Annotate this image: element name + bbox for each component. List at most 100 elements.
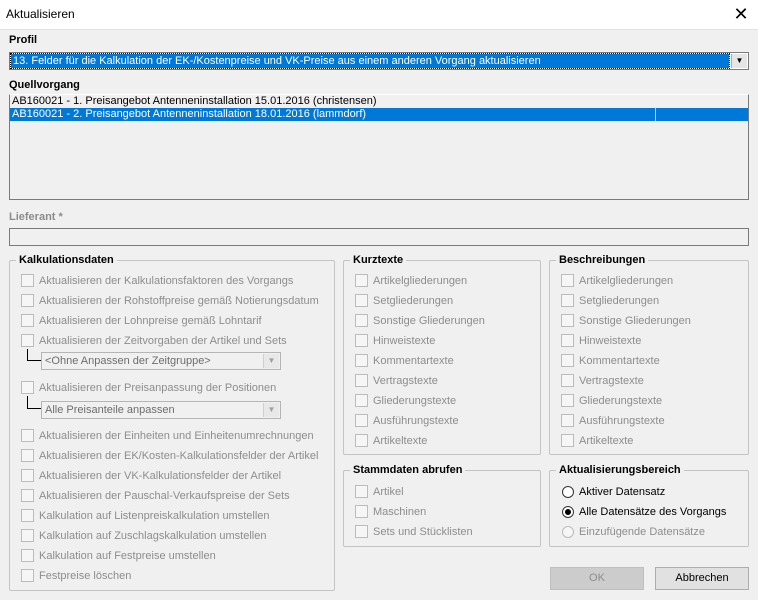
checkbox-label: Setgliederungen	[579, 295, 660, 307]
title-bar: Aktualisieren ✕	[0, 0, 758, 30]
checkbox-label: Maschinen	[373, 506, 427, 518]
group-title: Beschreibungen	[556, 254, 649, 267]
checkbox-label: Ausführungstexte	[579, 415, 665, 427]
checkbox-label: Aktualisieren der Kalkulationsfaktoren d…	[39, 275, 294, 287]
profil-combo[interactable]: 13. Felder für die Kalkulation der EK-/K…	[9, 52, 749, 70]
checkbox-stamm-sets[interactable]: Sets und Stücklisten	[355, 525, 473, 539]
checkbox-stamm-artikel[interactable]: Artikel	[355, 485, 404, 499]
window-title: Aktualisieren	[6, 7, 75, 21]
quellvorgang-list[interactable]: AB160021 - 1. Preisangebot Antenneninsta…	[9, 94, 749, 200]
radio-aktiver-datensatz[interactable]: Aktiver Datensatz	[562, 485, 665, 499]
checkbox-kurz-kommentartexte[interactable]: Kommentartexte	[355, 354, 454, 368]
checkbox-besch-artikeltexte[interactable]: Artikeltexte	[561, 434, 633, 448]
checkbox-vk-kalkulation[interactable]: Aktualisieren der VK-Kalkulationsfelder …	[21, 469, 281, 483]
tree-connector	[27, 349, 41, 361]
checkbox-besch-hinweistexte[interactable]: Hinweistexte	[561, 334, 641, 348]
list-item[interactable]: AB160021 - 1. Preisangebot Antenneninsta…	[10, 95, 748, 108]
checkbox-besch-sonstige[interactable]: Sonstige Gliederungen	[561, 314, 691, 328]
checkbox-label: Artikelgliederungen	[373, 275, 468, 287]
radio-alle-datensaetze[interactable]: Alle Datensätze des Vorgangs	[562, 505, 726, 519]
chevron-down-icon[interactable]: ▼	[263, 403, 279, 417]
list-item-selected[interactable]: AB160021 - 2. Preisangebot Antenneninsta…	[10, 108, 748, 121]
checkbox-besch-artikelgliederungen[interactable]: Artikelgliederungen	[561, 274, 673, 288]
checkbox-kurz-hinweistexte[interactable]: Hinweistexte	[355, 334, 435, 348]
checkbox-kurz-gliederungstexte[interactable]: Gliederungstexte	[355, 394, 456, 408]
checkbox-label: Sonstige Gliederungen	[373, 315, 485, 327]
profil-combo-value: 13. Felder für die Kalkulation der EK-/K…	[10, 53, 730, 69]
checkbox-kurz-artikelgliederungen[interactable]: Artikelgliederungen	[355, 274, 467, 288]
checkbox-label: Setgliederungen	[373, 295, 454, 307]
checkbox-kurz-ausfuehrungstexte[interactable]: Ausführungstexte	[355, 414, 459, 428]
radio-label: Einzufügende Datensätze	[579, 526, 705, 538]
checkbox-label: Artikel	[373, 486, 404, 498]
checkbox-label: Sets und Stücklisten	[373, 526, 473, 538]
checkbox-label: Artikeltexte	[373, 435, 428, 447]
group-title: Kurztexte	[350, 254, 407, 267]
preisanteile-combo-value: Alle Preisanteile anpassen	[45, 404, 175, 416]
checkbox-festpreise[interactable]: Kalkulation auf Festpreise umstellen	[21, 549, 216, 563]
checkbox-zeitvorgaben[interactable]: Aktualisieren der Zeitvorgaben der Artik…	[21, 334, 287, 348]
checkbox-rohstoffpreise[interactable]: Aktualisieren der Rohstoffpreise gemäß N…	[21, 294, 319, 308]
checkbox-label: Vertragstexte	[579, 375, 644, 387]
checkbox-einheiten[interactable]: Aktualisieren der Einheiten und Einheite…	[21, 429, 314, 443]
checkbox-pauschal[interactable]: Aktualisieren der Pauschal-Verkaufspreis…	[21, 489, 290, 503]
checkbox-label: Ausführungstexte	[373, 415, 459, 427]
checkbox-besch-vertragstexte[interactable]: Vertragstexte	[561, 374, 644, 388]
checkbox-label: Aktualisieren der Pauschal-Verkaufspreis…	[39, 490, 290, 502]
tree-connector	[27, 396, 41, 409]
close-icon[interactable]: ✕	[730, 3, 752, 25]
checkbox-label: Gliederungstexte	[373, 395, 457, 407]
preisanteile-combo[interactable]: Alle Preisanteile anpassen ▼	[41, 401, 281, 419]
checkbox-label: Aktualisieren der Einheiten und Einheite…	[39, 430, 314, 442]
checkbox-kurz-sonstige[interactable]: Sonstige Gliederungen	[355, 314, 485, 328]
checkbox-label: Kalkulation auf Festpreise umstellen	[39, 550, 216, 562]
checkbox-label: Hinweistexte	[373, 335, 436, 347]
checkbox-label: Artikeltexte	[579, 435, 634, 447]
lieferant-field[interactable]	[9, 228, 749, 246]
checkbox-lohnpreise[interactable]: Aktualisieren der Lohnpreise gemäß Lohnt…	[21, 314, 262, 328]
checkbox-label: Gliederungstexte	[579, 395, 663, 407]
checkbox-stamm-maschinen[interactable]: Maschinen	[355, 505, 426, 519]
checkbox-label: Vertragstexte	[373, 375, 438, 387]
profil-label: Profil	[9, 34, 38, 46]
column-divider	[655, 108, 656, 121]
radio-label: Aktiver Datensatz	[579, 486, 666, 498]
checkbox-zuschlag[interactable]: Kalkulation auf Zuschlagskalkulation ums…	[21, 529, 266, 543]
checkbox-ek-kosten[interactable]: Aktualisieren der EK/Kosten-Kalkulations…	[21, 449, 318, 463]
checkbox-label: Aktualisieren der Zeitvorgaben der Artik…	[39, 335, 287, 347]
list-item-text: AB160021 - 2. Preisangebot Antenneninsta…	[12, 108, 367, 120]
chevron-down-icon[interactable]: ▼	[731, 54, 747, 68]
checkbox-kurz-artikeltexte[interactable]: Artikeltexte	[355, 434, 427, 448]
checkbox-kurz-vertragstexte[interactable]: Vertragstexte	[355, 374, 438, 388]
checkbox-label: Aktualisieren der Rohstoffpreise gemäß N…	[39, 295, 319, 307]
zeitgruppe-combo[interactable]: <Ohne Anpassen der Zeitgruppe> ▼	[41, 352, 281, 370]
chevron-down-icon[interactable]: ▼	[263, 354, 279, 368]
checkbox-label: Kommentartexte	[373, 355, 454, 367]
group-title: Stammdaten abrufen	[350, 464, 466, 477]
checkbox-label: Kommentartexte	[579, 355, 660, 367]
checkbox-besch-ausfuehrungstexte[interactable]: Ausführungstexte	[561, 414, 665, 428]
checkbox-besch-gliederungstexte[interactable]: Gliederungstexte	[561, 394, 662, 408]
group-title: Kalkulationsdaten	[16, 254, 117, 267]
checkbox-label: Festpreise löschen	[39, 570, 132, 582]
radio-einzufuegende[interactable]: Einzufügende Datensätze	[562, 525, 705, 539]
checkbox-besch-kommentartexte[interactable]: Kommentartexte	[561, 354, 660, 368]
zeitgruppe-combo-value: <Ohne Anpassen der Zeitgruppe>	[45, 355, 211, 367]
checkbox-kalkulationsfaktoren[interactable]: Aktualisieren der Kalkulationsfaktoren d…	[21, 274, 293, 288]
checkbox-festpreise-loeschen[interactable]: Festpreise löschen	[21, 569, 131, 583]
list-item-text: AB160021 - 1. Preisangebot Antenneninsta…	[12, 95, 377, 107]
checkbox-besch-setgliederungen[interactable]: Setgliederungen	[561, 294, 659, 308]
checkbox-label: Aktualisieren der EK/Kosten-Kalkulations…	[39, 450, 319, 462]
ok-button[interactable]: OK	[550, 567, 644, 590]
quellvorgang-label: Quellvorgang	[9, 79, 80, 91]
checkbox-label: Aktualisieren der Lohnpreise gemäß Lohnt…	[39, 315, 262, 327]
checkbox-preisanpassung[interactable]: Aktualisieren der Preisanpassung der Pos…	[21, 381, 276, 395]
cancel-button[interactable]: Abbrechen	[655, 567, 749, 590]
lieferant-label: Lieferant *	[9, 211, 63, 223]
radio-label: Alle Datensätze des Vorgangs	[579, 506, 727, 518]
checkbox-kurz-setgliederungen[interactable]: Setgliederungen	[355, 294, 453, 308]
checkbox-listenpreis[interactable]: Kalkulation auf Listenpreiskalkulation u…	[21, 509, 270, 523]
checkbox-label: Kalkulation auf Zuschlagskalkulation ums…	[39, 530, 267, 542]
checkbox-label: Kalkulation auf Listenpreiskalkulation u…	[39, 510, 270, 522]
checkbox-label: Sonstige Gliederungen	[579, 315, 691, 327]
